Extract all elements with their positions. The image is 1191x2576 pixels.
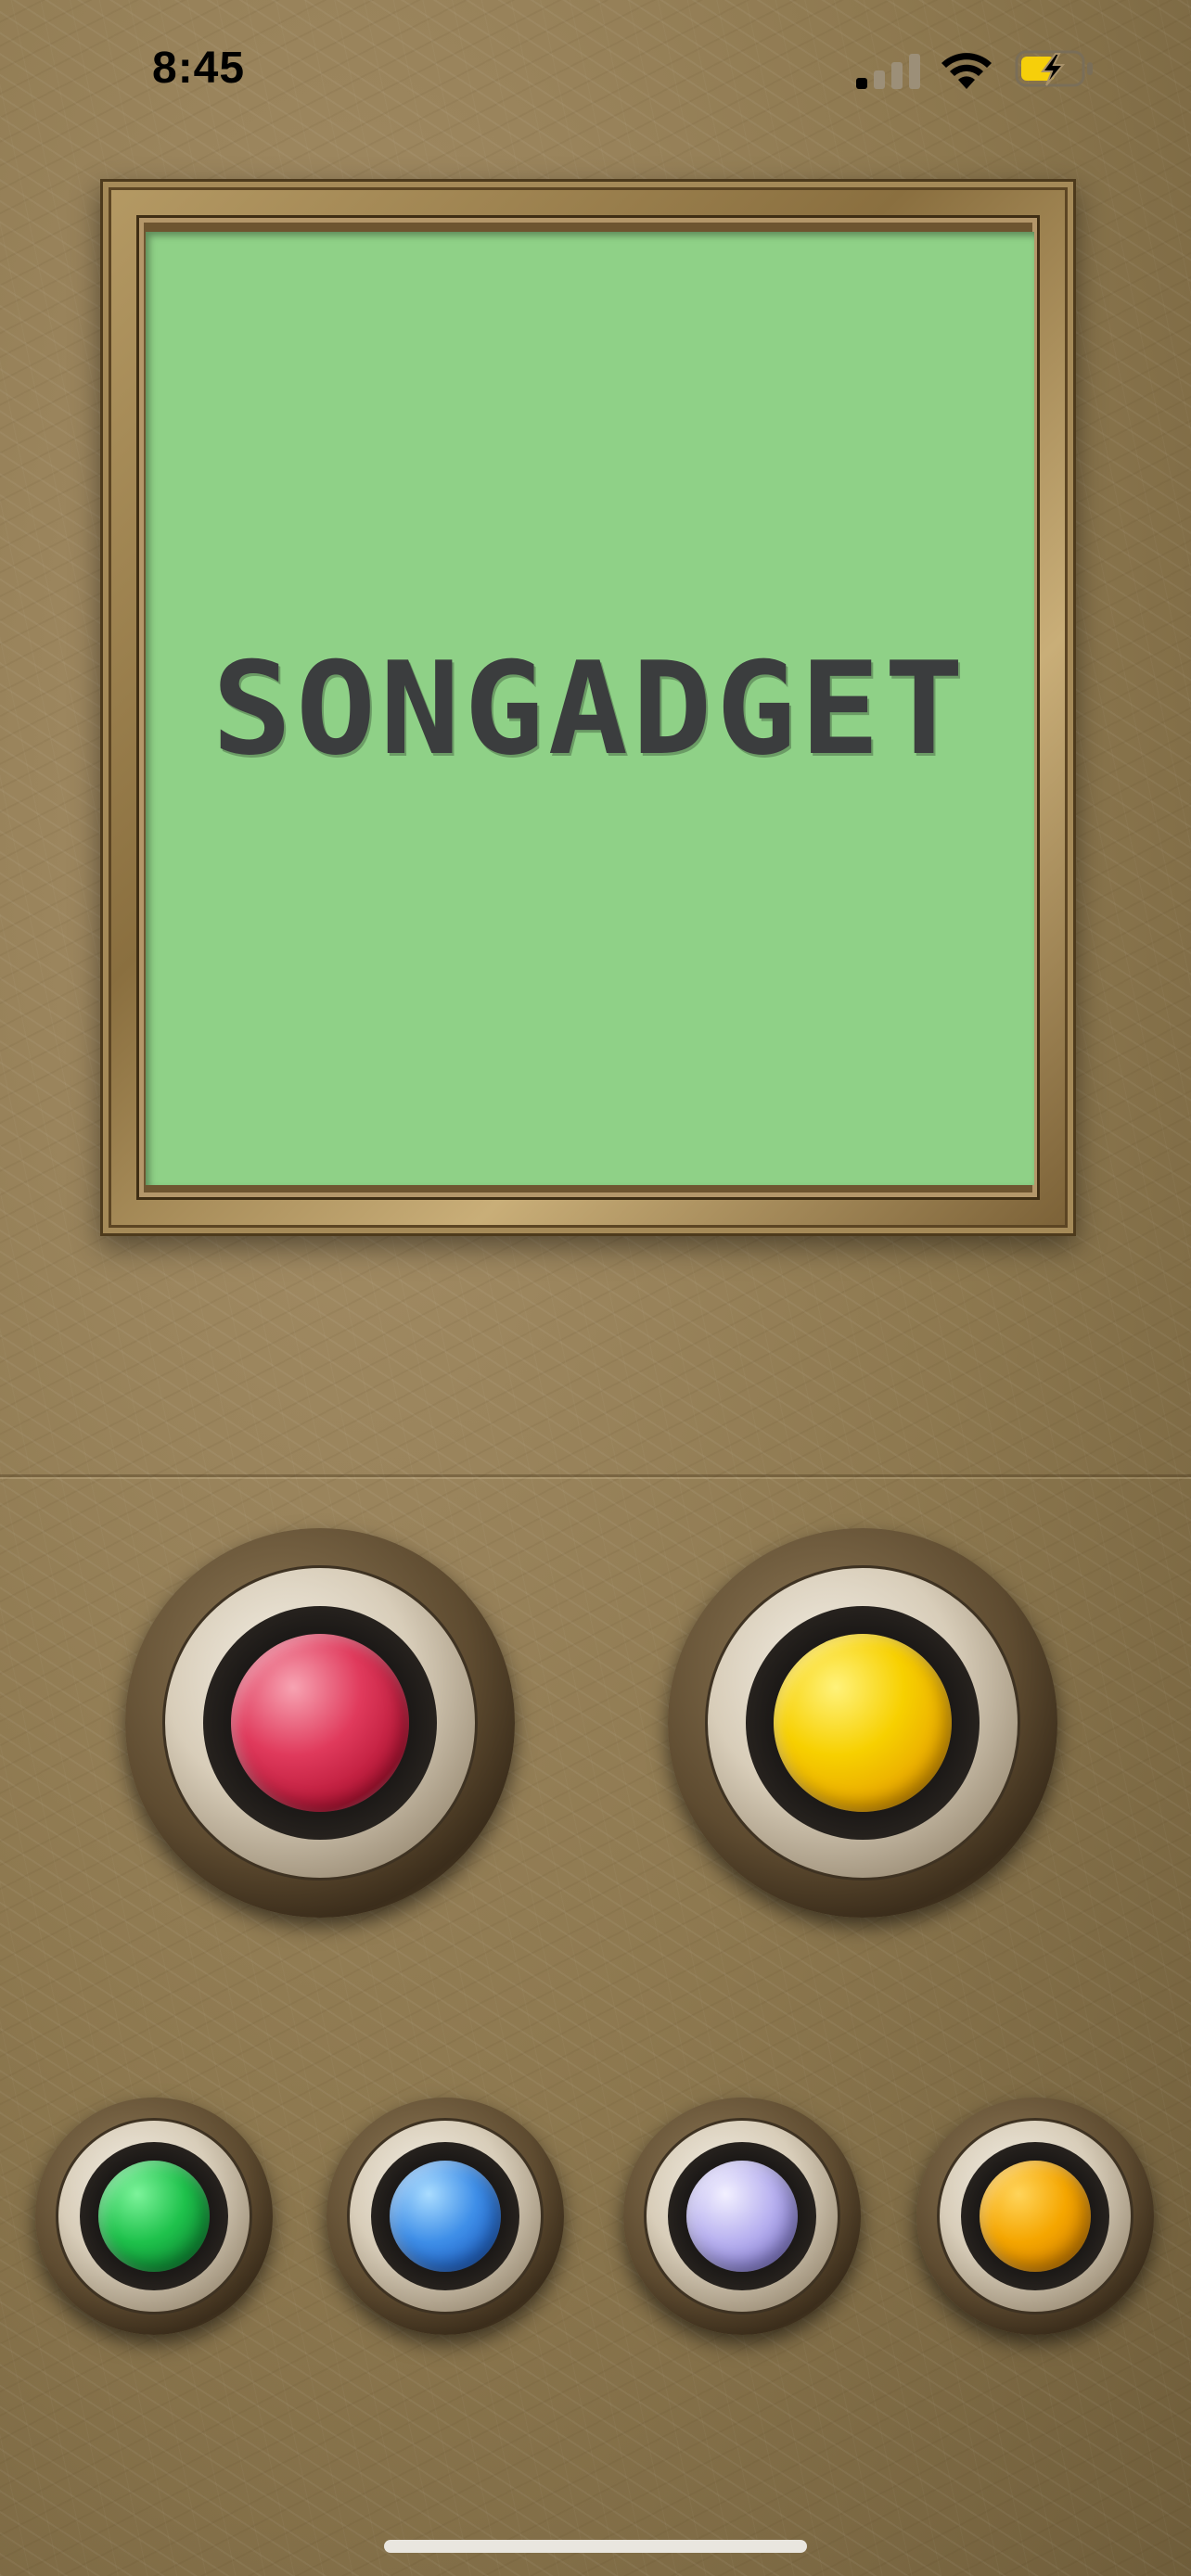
orange-lens xyxy=(980,2161,1091,2272)
blue-button[interactable] xyxy=(327,2098,564,2335)
orange-button[interactable] xyxy=(916,2098,1154,2335)
green-lens xyxy=(98,2161,210,2272)
wifi-icon xyxy=(941,53,992,89)
yellow-button[interactable] xyxy=(668,1528,1057,1918)
blue-lens xyxy=(390,2161,501,2272)
battery-charging-icon xyxy=(1015,50,1093,87)
status-bar: 8:45 xyxy=(0,0,1191,139)
lcd-screen: SONGADGET xyxy=(146,232,1034,1185)
cellular-signal-icon xyxy=(856,52,921,89)
green-button[interactable] xyxy=(35,2098,273,2335)
red-button[interactable] xyxy=(125,1528,515,1918)
panel-seam xyxy=(0,1474,1191,1479)
yellow-lens xyxy=(774,1634,952,1812)
home-indicator[interactable] xyxy=(384,2540,807,2553)
status-time: 8:45 xyxy=(152,44,246,93)
app-logo: SONGADGET xyxy=(211,633,968,784)
screen-frame: SONGADGET xyxy=(100,179,1076,1236)
lavender-button[interactable] xyxy=(623,2098,861,2335)
lavender-lens xyxy=(686,2161,798,2272)
red-lens xyxy=(231,1634,409,1812)
